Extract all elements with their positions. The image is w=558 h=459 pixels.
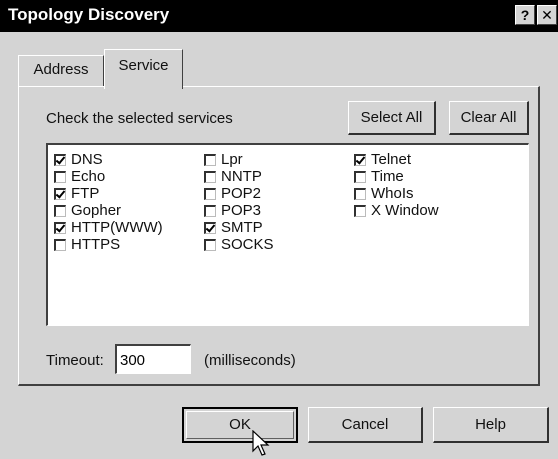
service-label: POP2 (221, 185, 262, 202)
tab-service[interactable]: Service (104, 49, 183, 89)
timeout-unit-label: (milliseconds) (204, 352, 296, 369)
service-checkbox-ftp[interactable]: FTP (54, 186, 99, 202)
checkbox-icon[interactable] (204, 154, 216, 166)
tab-address-label: Address (33, 61, 89, 78)
checkbox-icon[interactable] (204, 222, 216, 234)
close-icon[interactable]: ✕ (537, 5, 557, 25)
checkbox-icon[interactable] (54, 154, 66, 166)
service-label: DNS (71, 151, 103, 168)
service-label: NNTP (221, 168, 262, 185)
checkbox-icon[interactable] (354, 171, 366, 183)
service-label: HTTP(WWW) (71, 219, 163, 236)
service-label: HTTPS (71, 236, 121, 253)
service-checkbox-pop2[interactable]: POP2 (204, 186, 261, 202)
service-checkbox-telnet[interactable]: Telnet (354, 152, 411, 168)
service-checkbox-dns[interactable]: DNS (54, 152, 103, 168)
service-label: WhoIs (371, 185, 414, 202)
topology-discovery-dialog: Topology Discovery ? ✕ Address Service C… (0, 0, 558, 459)
checkbox-icon[interactable] (54, 188, 66, 200)
checkbox-icon[interactable] (54, 239, 66, 251)
checkbox-icon[interactable] (204, 171, 216, 183)
service-checkbox-pop3[interactable]: POP3 (204, 203, 261, 219)
service-checkbox-http[interactable]: HTTP(WWW) (54, 220, 163, 236)
services-list: DNS Echo FTP Gopher HTTP(WWW) HTTPS Lpr … (46, 143, 529, 326)
checkbox-icon[interactable] (54, 171, 66, 183)
clear-all-button[interactable]: Clear All (449, 101, 529, 135)
checkbox-icon[interactable] (354, 205, 366, 217)
service-label: Telnet (371, 151, 412, 168)
service-label: Gopher (71, 202, 122, 219)
service-label: Lpr (221, 151, 243, 168)
service-label: SMTP (221, 219, 263, 236)
service-label: FTP (71, 185, 100, 202)
window-title: Topology Discovery (8, 5, 170, 24)
service-checkbox-time[interactable]: Time (354, 169, 404, 185)
instruction-text: Check the selected services (46, 110, 233, 127)
select-all-button[interactable]: Select All (348, 101, 436, 135)
service-label: SOCKS (221, 236, 274, 253)
service-checkbox-echo[interactable]: Echo (54, 169, 105, 185)
checkbox-icon[interactable] (204, 205, 216, 217)
service-checkbox-smtp[interactable]: SMTP (204, 220, 263, 236)
service-label: Echo (71, 168, 106, 185)
checkbox-icon[interactable] (204, 188, 216, 200)
service-label: Time (371, 168, 404, 185)
title-bar[interactable]: Topology Discovery ? ✕ (0, 0, 558, 32)
tab-service-label: Service (118, 57, 169, 74)
help-question-icon[interactable]: ? (515, 5, 535, 25)
service-label: POP3 (221, 202, 262, 219)
mouse-pointer-icon (252, 430, 270, 456)
service-label: X Window (371, 202, 439, 219)
tab-address[interactable]: Address (18, 55, 104, 86)
ok-button[interactable]: OK (182, 407, 298, 443)
checkbox-icon[interactable] (354, 154, 366, 166)
checkbox-icon[interactable] (54, 222, 66, 234)
ok-button-label: OK (229, 416, 251, 433)
help-button[interactable]: Help (433, 407, 549, 443)
service-checkbox-socks[interactable]: SOCKS (204, 237, 274, 253)
checkbox-icon[interactable] (354, 188, 366, 200)
service-checkbox-whois[interactable]: WhoIs (354, 186, 414, 202)
service-checkbox-gopher[interactable]: Gopher (54, 203, 121, 219)
timeout-label: Timeout: (46, 352, 104, 369)
service-checkbox-lpr[interactable]: Lpr (204, 152, 243, 168)
service-checkbox-x-window[interactable]: X Window (354, 203, 439, 219)
service-checkbox-nntp[interactable]: NNTP (204, 169, 262, 185)
checkbox-icon[interactable] (204, 239, 216, 251)
cancel-button[interactable]: Cancel (308, 407, 423, 443)
timeout-input[interactable] (115, 344, 191, 374)
checkbox-icon[interactable] (54, 205, 66, 217)
service-checkbox-https[interactable]: HTTPS (54, 237, 120, 253)
